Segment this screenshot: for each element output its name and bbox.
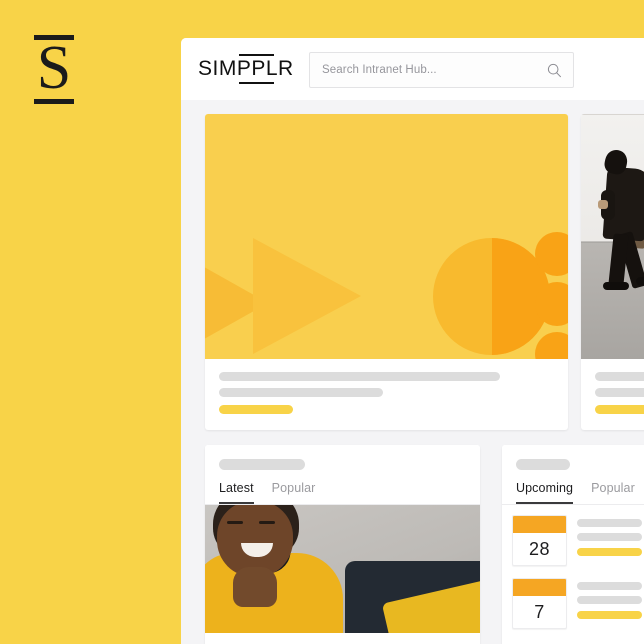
- skeleton-line: [577, 596, 642, 604]
- feed-title-skeleton: [219, 459, 305, 470]
- hero-triangle-2: [253, 238, 361, 354]
- skeleton-line: [595, 388, 644, 397]
- person-walking-photo: [581, 114, 644, 359]
- wordmark-bottom-rule: [239, 82, 274, 84]
- hero-card-media: [205, 114, 568, 359]
- app-content: Latest Popular Upcoming Popular 28 7: [181, 100, 644, 644]
- skeleton-line: [577, 582, 642, 590]
- event-day: 28: [528, 538, 551, 559]
- photo-wall-seam: [581, 114, 644, 115]
- tab-popular-events[interactable]: Popular: [591, 481, 635, 504]
- accent-pill[interactable]: [595, 405, 644, 414]
- event-text-skeleton: [577, 578, 642, 629]
- search-box[interactable]: [309, 52, 574, 88]
- skeleton-line: [219, 372, 501, 381]
- date-chip-header: [513, 516, 566, 533]
- events-title-skeleton: [516, 459, 570, 470]
- skeleton-line: [577, 519, 642, 527]
- accent-pill[interactable]: [577, 548, 642, 556]
- tab-upcoming[interactable]: Upcoming: [516, 481, 574, 504]
- skeleton-line: [595, 372, 644, 381]
- events-card[interactable]: Upcoming Popular 28 7: [502, 445, 644, 644]
- event-item[interactable]: 7: [512, 578, 642, 629]
- simpplr-wordmark[interactable]: SIMPPLR: [198, 53, 294, 85]
- event-day: 7: [534, 601, 545, 622]
- event-date-chip: 7: [512, 578, 567, 629]
- bottom-card-row: Latest Popular Upcoming Popular 28 7: [205, 445, 644, 644]
- wordmark-text: SIMPPLR: [198, 57, 294, 80]
- hero-large-circle: [433, 238, 550, 355]
- photo-woman-eye-left: [227, 521, 243, 524]
- tab-latest[interactable]: Latest: [219, 481, 254, 504]
- events-tabs: Upcoming Popular: [516, 481, 638, 504]
- side-card-media: [581, 114, 644, 359]
- feed-card[interactable]: Latest Popular: [205, 445, 480, 644]
- simpplr-s-mark: S: [34, 35, 74, 104]
- search-icon[interactable]: [539, 63, 569, 78]
- photo-woman-hands: [233, 567, 277, 607]
- hero-geometric-artwork: [205, 114, 568, 359]
- event-date-chip: 28: [512, 515, 567, 566]
- screenshot-stage: S SIMPPLR Search Intranet Hub... Latest …: [0, 0, 644, 644]
- s-mark-bottom-rule: [34, 99, 74, 104]
- photo-woman-eye-right: [259, 521, 275, 524]
- top-card-row: [205, 114, 644, 430]
- event-text-skeleton: [577, 515, 642, 566]
- accent-pill[interactable]: [219, 405, 293, 414]
- side-card[interactable]: [581, 114, 644, 430]
- intranet-app-panel: SIMPPLR Search Intranet Hub... Latest Po…: [181, 38, 644, 644]
- smiling-woman-photo: [205, 505, 480, 633]
- skeleton-line: [219, 388, 384, 397]
- date-chip-header: [513, 579, 566, 596]
- feed-card-header: Latest Popular: [205, 445, 480, 504]
- hero-card[interactable]: [205, 114, 568, 430]
- photo-person-shoe-front: [603, 282, 629, 290]
- s-mark-letter: S: [36, 34, 72, 102]
- hero-card-body: [205, 359, 568, 430]
- event-item[interactable]: 28: [512, 515, 642, 566]
- search-input[interactable]: [310, 64, 539, 76]
- events-list: 28 7: [502, 505, 644, 644]
- events-card-header: Upcoming Popular: [502, 445, 644, 504]
- accent-pill[interactable]: [577, 611, 642, 619]
- side-card-body: [581, 359, 644, 430]
- app-header: SIMPPLR: [181, 38, 644, 100]
- feed-tabs: Latest Popular: [219, 481, 466, 504]
- photo-person-hand: [598, 200, 608, 209]
- wordmark-top-rule: [239, 54, 274, 56]
- tab-popular[interactable]: Popular: [272, 481, 316, 504]
- skeleton-line: [577, 533, 642, 541]
